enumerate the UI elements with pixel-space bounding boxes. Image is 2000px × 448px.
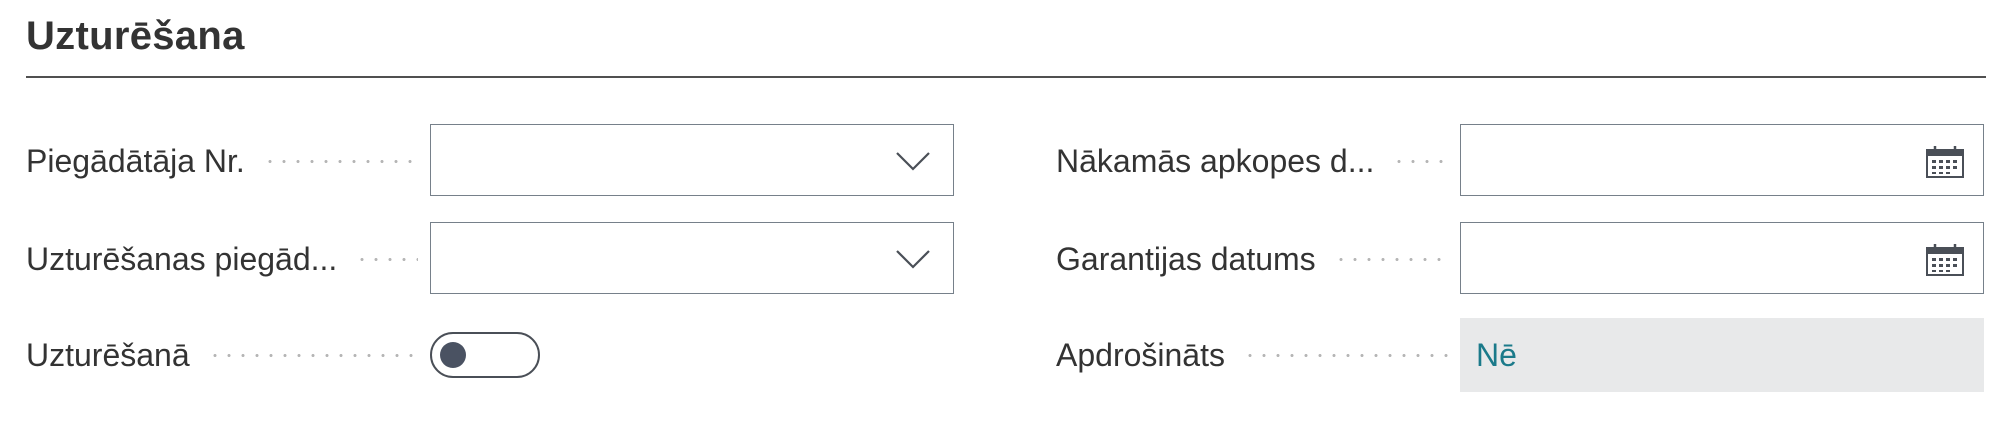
leader-dots [262,159,418,163]
under-maint-field: Uzturēšanā [26,318,966,392]
warranty-date-field: Garantijas datums [1056,222,1996,296]
under-maint-label: Uzturēšanā [26,318,436,392]
insured-field: Apdrošināts Nē [1056,318,1996,392]
under-maint-toggle[interactable] [430,332,540,378]
warranty-date-input[interactable] [1460,222,1984,294]
section-title[interactable]: Uzturēšana [26,14,245,59]
leader-dots [1242,353,1448,357]
maint-vendor-label: Uzturēšanas piegād... [26,222,436,296]
leader-dots [1333,257,1448,261]
leader-dots [1392,159,1448,163]
vendor-no-field: Piegādātāja Nr. [26,124,966,198]
calendar-icon[interactable] [1925,145,1965,179]
insured-label: Apdrošināts [1056,318,1466,392]
next-service-field: Nākamās apkopes d... [1056,124,1996,198]
maint-vendor-dropdown[interactable] [430,222,954,294]
maint-vendor-field: Uzturēšanas piegād... [26,222,966,296]
vendor-no-label: Piegādātāja Nr. [26,124,436,198]
section-divider [26,76,1986,78]
leader-dots [355,257,418,261]
warranty-date-label: Garantijas datums [1056,222,1466,296]
next-service-date-input[interactable] [1460,124,1984,196]
vendor-no-dropdown[interactable] [430,124,954,196]
insured-value[interactable]: Nē [1460,318,1984,392]
toggle-knob [440,342,466,368]
next-service-label: Nākamās apkopes d... [1056,124,1466,198]
chevron-down-icon[interactable] [895,249,931,269]
chevron-down-icon[interactable] [895,151,931,171]
calendar-icon[interactable] [1925,243,1965,277]
leader-dots [207,353,418,357]
